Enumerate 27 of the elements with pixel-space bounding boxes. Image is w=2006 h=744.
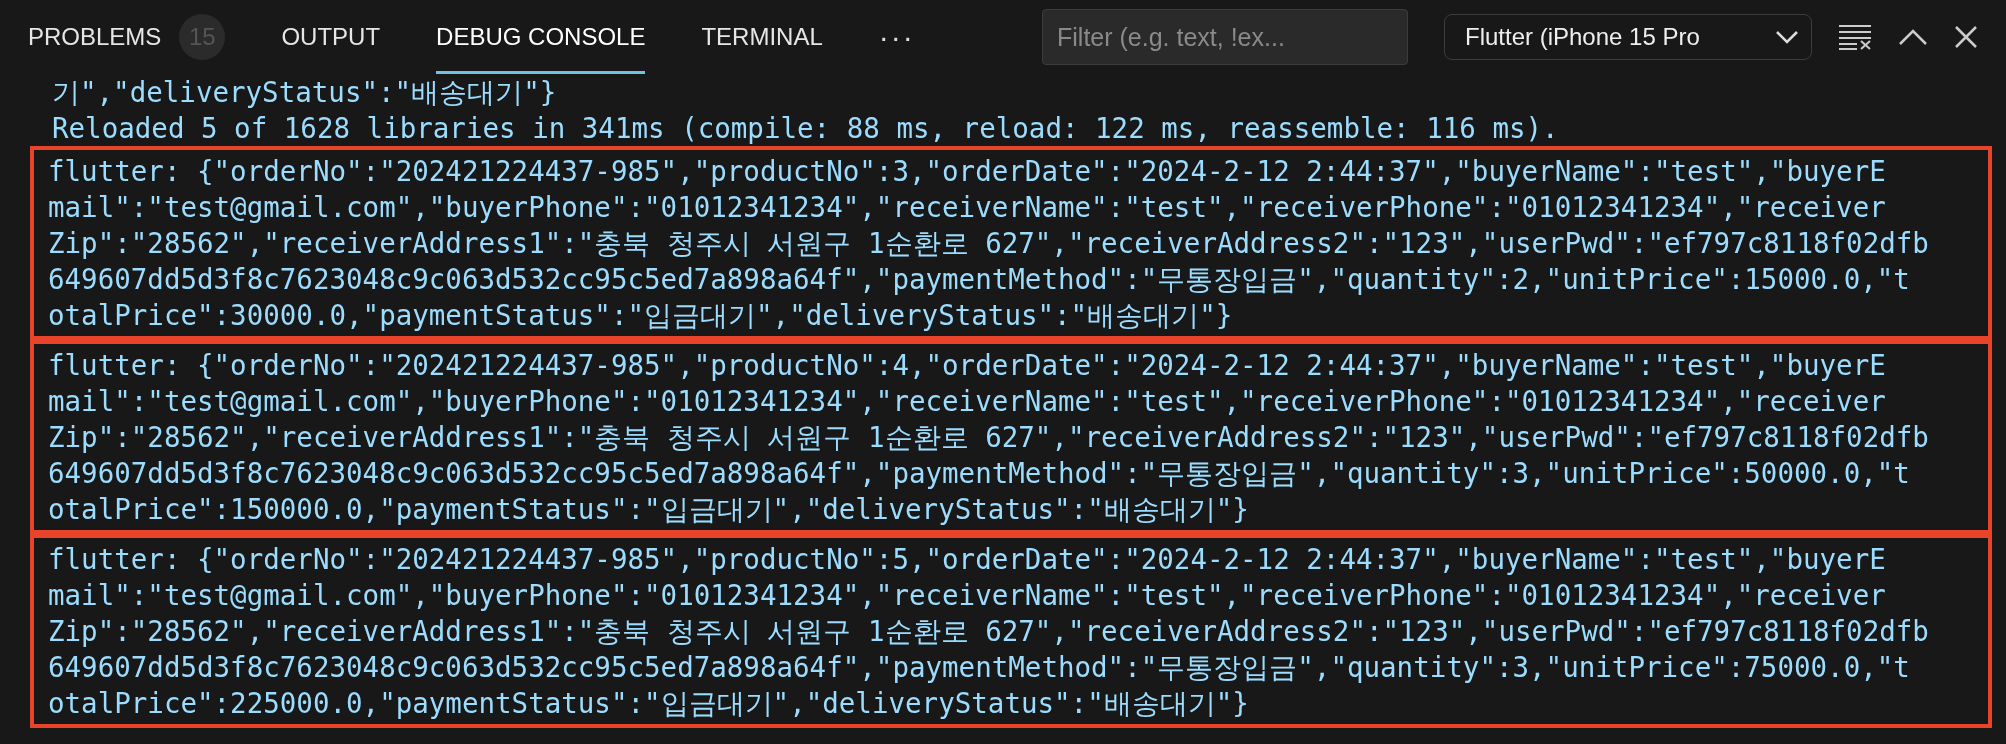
chevron-down-icon (1775, 29, 1799, 45)
panel-tab[interactable]: TERMINAL (701, 0, 823, 74)
panel-tab[interactable]: DEBUG CONSOLE (436, 0, 646, 74)
console-line: flutter: {"orderNo":"202421224437-985","productNo":5,"orderDate":"2024-2-12 2:44:37","buyerName":"test","buyerE (48, 542, 1887, 577)
console-line: Reloaded 5 of 1628 libraries in 341ms (compile: 88 ms, reload: 122 ms, reassemble: 116 ms). (51, 111, 1560, 146)
filter-field[interactable]: Filter (e.g. text, !ex... (1042, 9, 1408, 65)
console-line: flutter: {"orderNo":"202421224437-985","productNo":3,"orderDate":"2024-2-12 2:44:37","buyerName":"test","buyerE (48, 154, 1887, 189)
console-line: otalPrice":150000.0,"paymentStatus":"입금대기","deliveryStatus":"배송대기"} (48, 492, 1250, 527)
console-line: otalPrice":30000.0,"paymentStatus":"입금대기","deliveryStatus":"배송대기"} (48, 298, 1234, 333)
session-dropdown[interactable]: Flutter (iPhone 15 Pro (1444, 14, 1812, 60)
console-line: 649607dd5d3f8c7623048c9c063d532cc95c5ed7a898a64f","paymentMethod":"무통장입금","quantity":3,"unitPrice":50000.0,"t (48, 456, 1911, 491)
chevron-up-icon[interactable] (1898, 28, 1928, 46)
panel-tab[interactable]: OUTPUT (281, 0, 381, 74)
more-button[interactable]: ··· (878, 0, 915, 74)
console-line: Zip":"28562","receiverAddress1":"충북 청주시 서원구 1순환로 627","receiverAddress2":"123","userPwd":"ef797c8118f02dfb (48, 614, 1930, 649)
console-line: Zip":"28562","receiverAddress1":"충북 청주시 서원구 1순환로 627","receiverAddress2":"123","userPwd":"ef797c8118f02dfb (48, 420, 1930, 455)
console-line: 649607dd5d3f8c7623048c9c063d532cc95c5ed7a898a64f","paymentMethod":"무통장입금","quantity":2,"unitPrice":15000.0,"t (48, 262, 1911, 297)
console-line: flutter: {"orderNo":"202421224437-985","productNo":4,"orderDate":"2024-2-12 2:44:37","buyerName":"test","buyerE (48, 348, 1887, 383)
console-line: otalPrice":225000.0,"paymentStatus":"입금대기","deliveryStatus":"배송대기"} (48, 686, 1250, 721)
console-line: mail":"test@gmail.com","buyerPhone":"01012341234","receiverName":"test","receiverPhone":"01012341234","receiver (48, 384, 1887, 419)
console-line: 649607dd5d3f8c7623048c9c063d532cc95c5ed7a898a64f","paymentMethod":"무통장입금","quantity":3,"unitPrice":75000.0,"t (48, 650, 1911, 685)
close-icon[interactable] (1954, 25, 1978, 49)
clear-console-icon[interactable] (1838, 24, 1872, 50)
console-line: Zip":"28562","receiverAddress1":"충북 청주시 서원구 1순환로 627","receiverAddress2":"123","userPwd":"ef797c8118f02dfb (48, 226, 1930, 261)
console-line: mail":"test@gmail.com","buyerPhone":"01012341234","receiverName":"test","receiverPhone":"01012341234","receiver (48, 578, 1887, 613)
console-line: mail":"test@gmail.com","buyerPhone":"01012341234","receiverName":"test","receiverPhone":"01012341234","receiver (48, 190, 1887, 225)
console-line: 기","deliveryStatus":"배송대기"} (52, 75, 558, 110)
